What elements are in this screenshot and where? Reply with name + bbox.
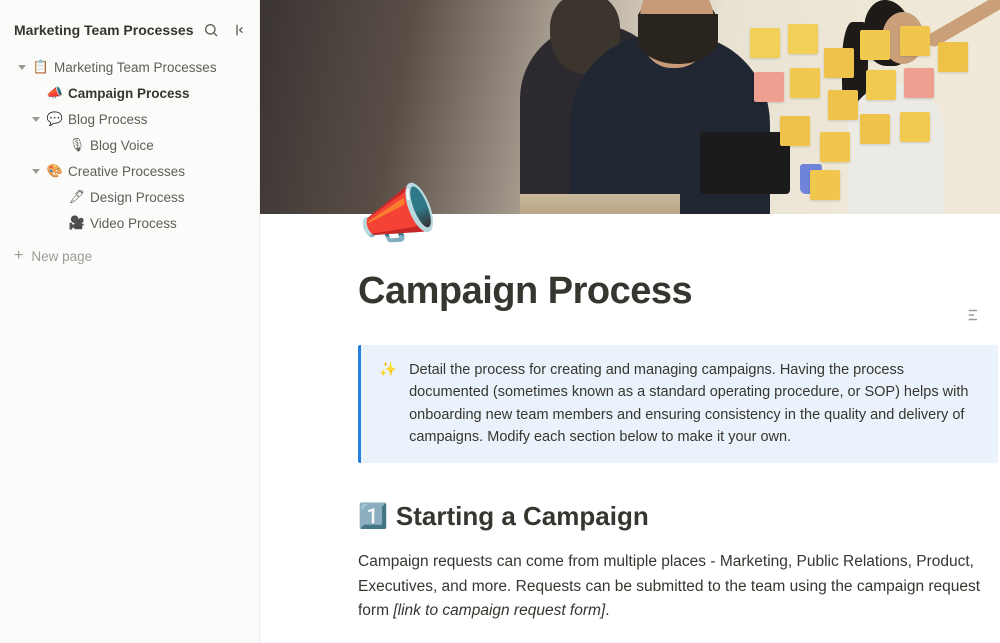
page-icon: 🎥: [68, 215, 86, 231]
sticky-note: [780, 116, 810, 146]
callout-text: Detail the process for creating and mana…: [409, 359, 980, 449]
sticky-note: [824, 48, 854, 78]
app-root: Marketing Team Processes 📋Marketing Team…: [0, 0, 1000, 643]
paragraph[interactable]: Campaign requests can come from multiple…: [358, 550, 998, 624]
keycap-one-icon: 1️⃣: [358, 502, 388, 531]
sidebar-item-label: Creative Processes: [64, 164, 185, 179]
bullet-icon: [26, 83, 46, 103]
disclosure-triangle-icon[interactable]: [12, 57, 32, 77]
sidebar-item-video-process[interactable]: 🎥Video Process: [4, 210, 255, 236]
sticky-note: [790, 68, 820, 98]
sidebar-item-label: Design Process: [86, 190, 185, 205]
sidebar-item-blog-voice[interactable]: 🎙Blog Voice: [4, 132, 255, 158]
sidebar-item-label: Video Process: [86, 216, 177, 231]
page-icon: 📣: [46, 85, 64, 101]
callout-block[interactable]: ✨ Detail the process for creating and ma…: [358, 345, 998, 463]
sidebar-item-label: Campaign Process: [64, 86, 190, 101]
sticky-note: [860, 30, 890, 60]
workspace-title[interactable]: Marketing Team Processes: [14, 22, 201, 38]
bullet-icon: [48, 135, 68, 155]
sidebar-item-blog-process[interactable]: 💬Blog Process: [4, 106, 255, 132]
search-icon[interactable]: [201, 20, 221, 40]
sidebar-item-label: Blog Process: [64, 112, 148, 127]
sidebar-item-label: Marketing Team Processes: [50, 60, 217, 75]
sidebar-item-label: Blog Voice: [86, 138, 154, 153]
page-icon: 📋: [32, 59, 50, 75]
section-heading[interactable]: 1️⃣ Starting a Campaign: [358, 501, 998, 532]
page-icon: 🖊: [68, 189, 86, 205]
sticky-note: [750, 28, 780, 58]
sidebar-item-design-process[interactable]: 🖊Design Process: [4, 184, 255, 210]
collapse-sidebar-icon[interactable]: [229, 20, 249, 40]
sidebar-item-campaign-process[interactable]: 📣Campaign Process: [4, 80, 255, 106]
sticky-note: [820, 132, 850, 162]
page-title[interactable]: Campaign Process: [358, 270, 998, 313]
sticky-note: [754, 72, 784, 102]
page-emoji[interactable]: 📣: [358, 182, 998, 246]
sidebar-item-marketing-team-processes[interactable]: 📋Marketing Team Processes: [4, 54, 255, 80]
new-page-button[interactable]: + New page: [0, 240, 259, 272]
sidebar-item-creative-processes[interactable]: 🎨Creative Processes: [4, 158, 255, 184]
sticky-note: [904, 68, 934, 98]
sticky-note: [900, 26, 930, 56]
plus-icon: +: [14, 248, 23, 264]
page-icon: 🎙: [68, 137, 86, 153]
page-icon: 🎨: [46, 163, 64, 179]
sticky-note: [938, 42, 968, 72]
page-content: 📣 Campaign Process ✨ Detail the process …: [260, 182, 1000, 643]
sticky-note: [866, 70, 896, 100]
disclosure-triangle-icon[interactable]: [26, 161, 46, 181]
bullet-icon: [48, 187, 68, 207]
paragraph-link-placeholder: [link to campaign request form]: [393, 602, 605, 619]
bullet-icon: [48, 213, 68, 233]
sticky-note: [900, 112, 930, 142]
main-content: 📣 Campaign Process ✨ Detail the process …: [260, 0, 1000, 643]
sticky-note: [828, 90, 858, 120]
page-tree: 📋Marketing Team Processes📣Campaign Proce…: [0, 54, 259, 236]
disclosure-triangle-icon[interactable]: [26, 109, 46, 129]
section-title-text: Starting a Campaign: [396, 501, 649, 532]
new-page-label: New page: [31, 249, 92, 264]
sticky-note: [788, 24, 818, 54]
sparkles-icon: ✨: [379, 359, 397, 449]
sidebar: Marketing Team Processes 📋Marketing Team…: [0, 0, 260, 643]
sidebar-header: Marketing Team Processes: [0, 14, 259, 54]
page-icon: 💬: [46, 111, 64, 127]
sticky-note: [860, 114, 890, 144]
